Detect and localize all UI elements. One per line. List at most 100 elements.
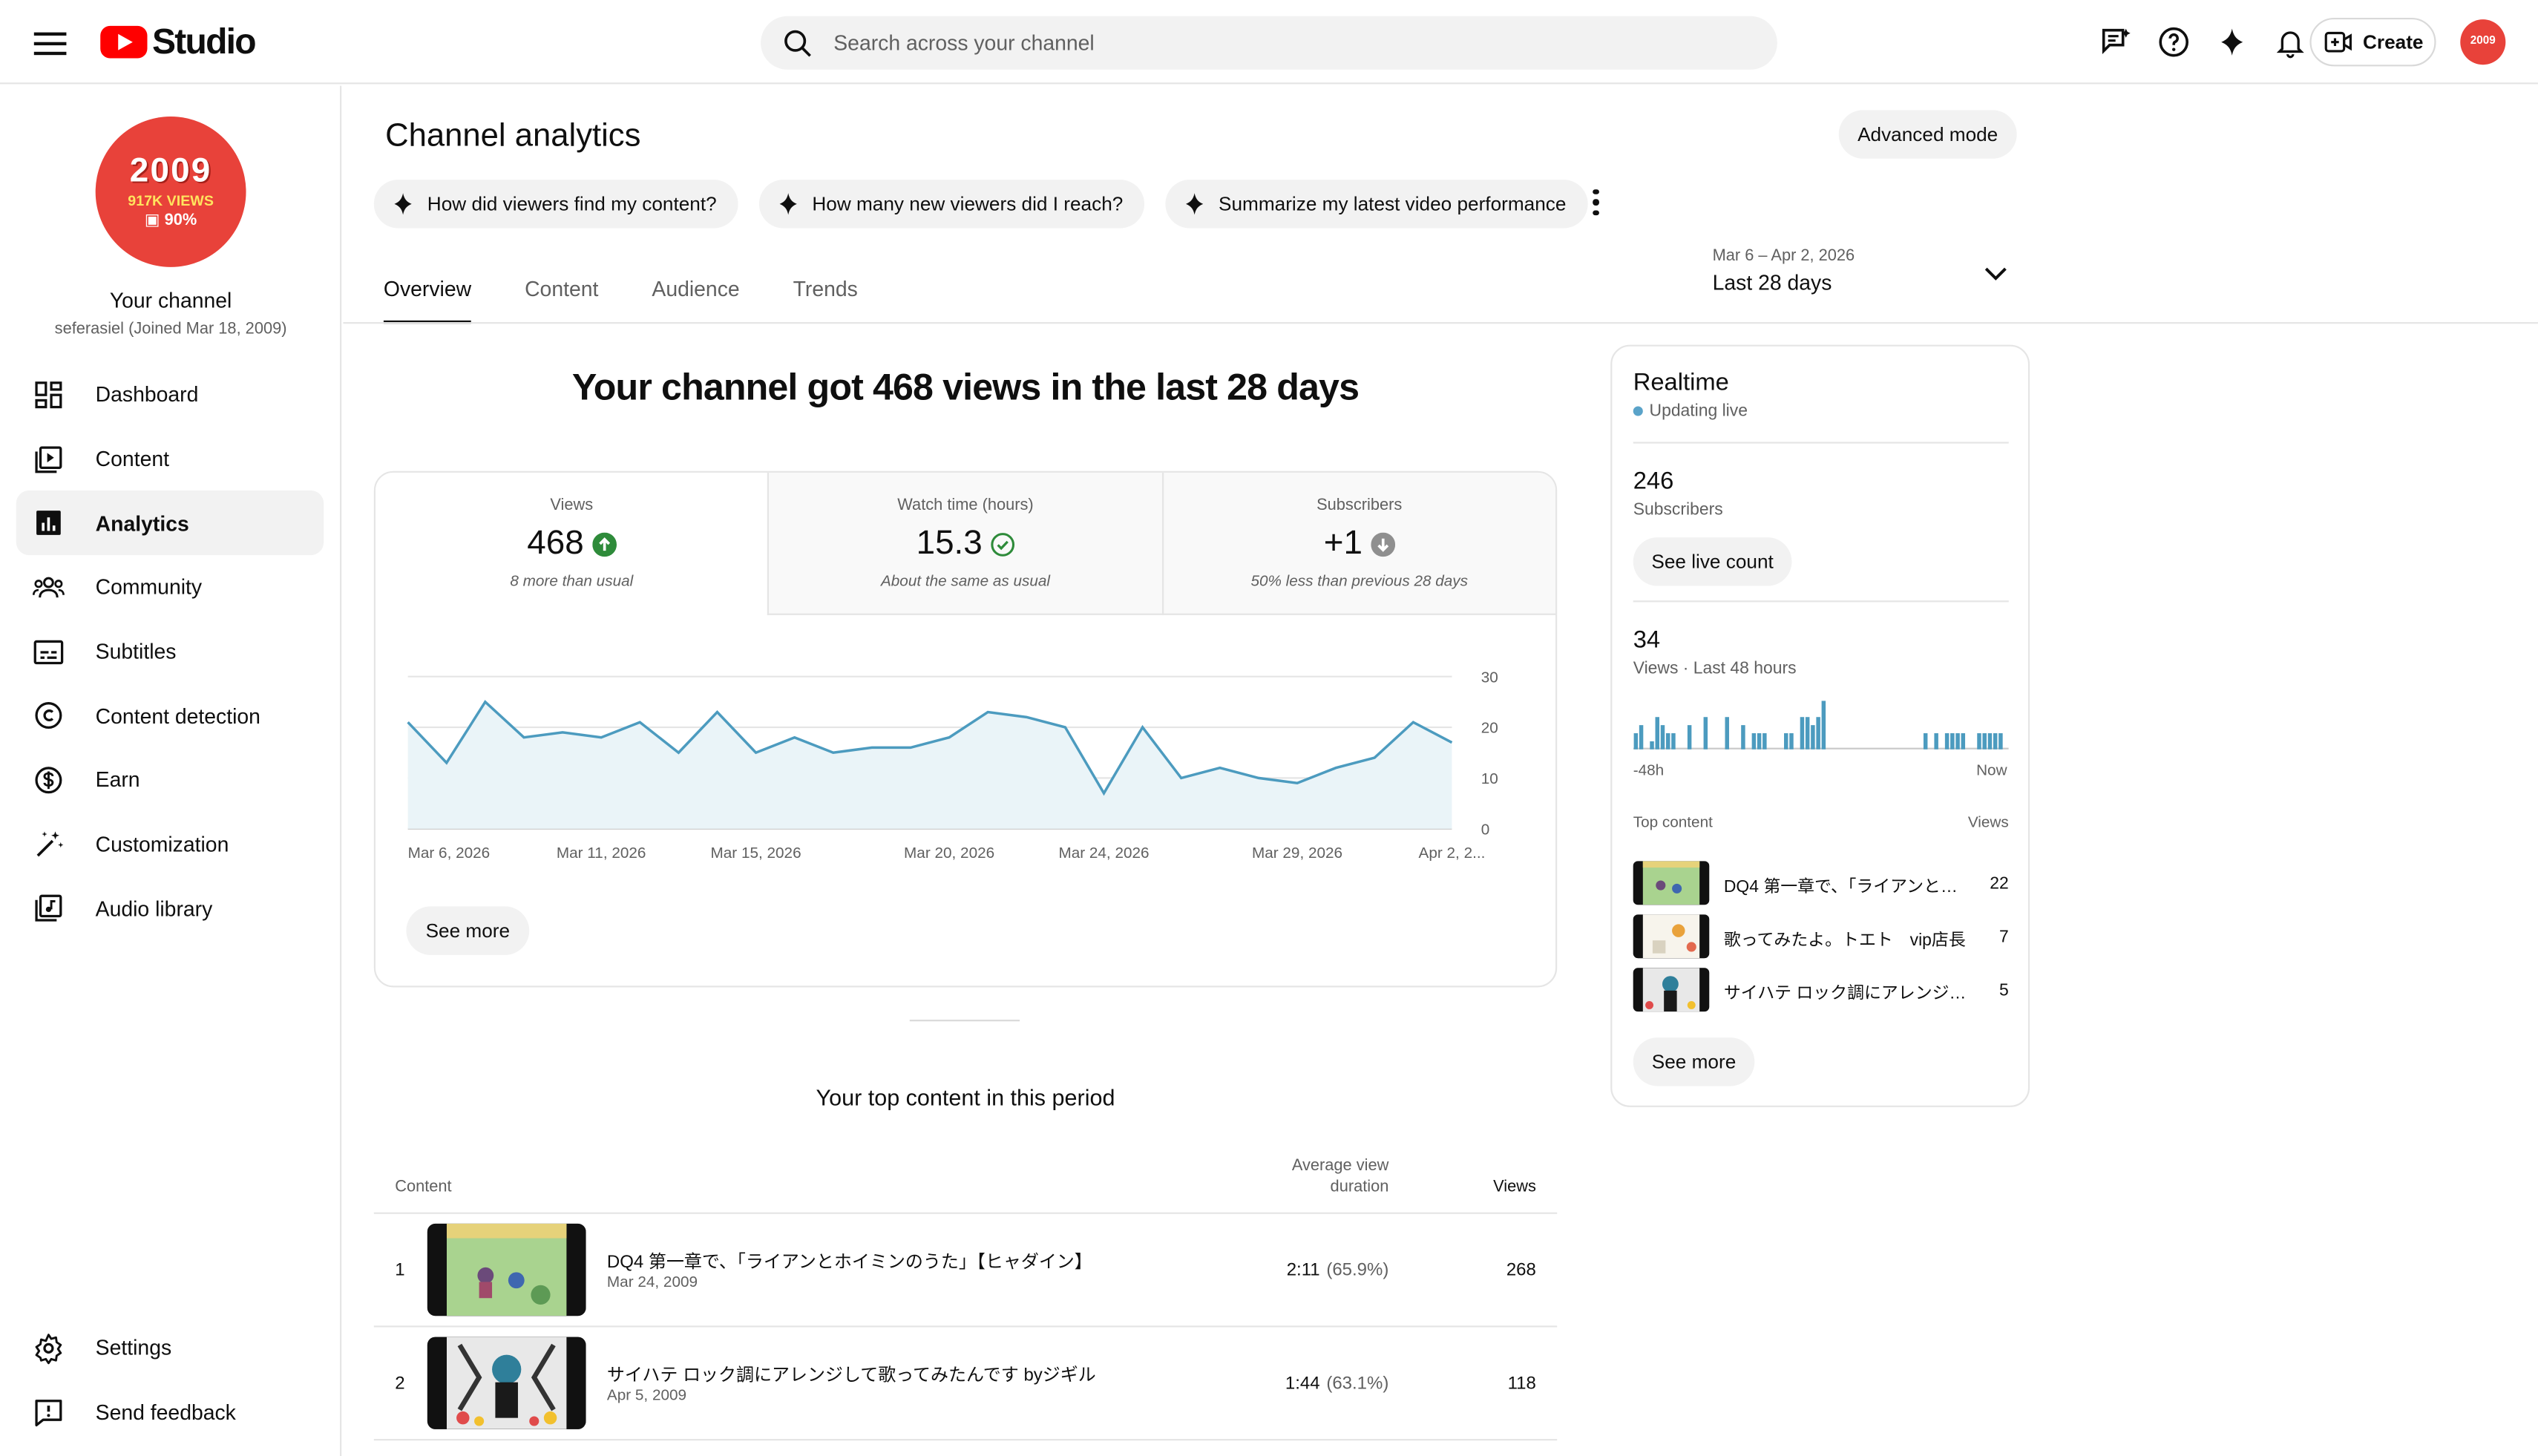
realtime-subs-label: Subscribers — [1633, 499, 1723, 520]
avatar-year: 2009 — [129, 152, 212, 190]
app-root: Studio Create 2009 20 — [0, 0, 2538, 1456]
realtime-top-item[interactable]: DQ4 第一章で、「ライアンとホイミンのうた」【ヒャダイン】 22 — [1633, 861, 2009, 906]
realtime-bar — [1950, 733, 1955, 750]
sparkle-icon — [1185, 193, 1203, 215]
overview-card: Views 468 8 more than usual Watch time (… — [373, 470, 1558, 988]
row-date: Apr 5, 2009 — [606, 1387, 687, 1406]
metric-watch-time[interactable]: Watch time (hours) 15.3 About the same a… — [767, 472, 1162, 615]
realtime-bar — [1934, 733, 1938, 750]
table-row[interactable]: 2 サイハテ ロック調にアレンジして歌ってみたんです byジギル Apr 5, … — [373, 1328, 1558, 1441]
channel-subtitle: seferasiel (Joined Mar 18, 2009) — [54, 320, 287, 338]
create-button[interactable]: Create — [2309, 17, 2436, 67]
metric-subscribers[interactable]: Subscribers +1 50% less than previous 28… — [1161, 472, 1556, 615]
realtime-bar — [1944, 733, 1950, 750]
tab-audience[interactable]: Audience — [652, 259, 739, 324]
studio-logo[interactable]: Studio — [100, 21, 257, 63]
sidebar-item-subtitles[interactable]: Subtitles — [16, 620, 324, 684]
channel-avatar[interactable]: 2009 917K VIEWS ▣ 90% — [95, 117, 246, 267]
header-icons — [2096, 23, 2310, 62]
sidebar-item-dashboard[interactable]: Dashboard — [16, 363, 324, 427]
chip-label: How did viewers find my content? — [427, 192, 717, 216]
chip-summarize-latest[interactable]: Summarize my latest video performance — [1165, 180, 1587, 229]
realtime-see-more-button[interactable]: See more — [1633, 1037, 1755, 1086]
gear-icon — [33, 1332, 65, 1365]
header-avg-duration: Average view duration — [1291, 1157, 1389, 1196]
messages-icon[interactable] — [2096, 23, 2135, 62]
metric-views[interactable]: Views 468 8 more than usual — [376, 472, 768, 615]
see-live-count-button[interactable]: See live count — [1633, 537, 1792, 586]
sidebar-item-earn[interactable]: Earn — [16, 748, 324, 813]
advanced-mode-button[interactable]: Advanced mode — [1838, 110, 2017, 159]
y-tick-label: 0 — [1481, 821, 1490, 838]
chip-how-viewers-find[interactable]: How did viewers find my content? — [373, 180, 738, 229]
realtime-subs-value: 246 — [1633, 468, 1674, 496]
header-views[interactable]: Views — [1493, 1178, 1536, 1196]
realtime-axis-start: -48h — [1633, 762, 1665, 781]
metric-value: 468 — [527, 524, 584, 562]
tab-content[interactable]: Content — [525, 259, 598, 324]
realtime-item-title: DQ4 第一章で、「ライアンとホイミンのうた」【ヒャダイン】 — [1723, 877, 1967, 897]
table-row[interactable]: 1 DQ4 第一章で、「ライアンとホイミンのうた」【ヒャダイン】 Mar 24,… — [373, 1214, 1558, 1328]
top-bar: Studio Create 2009 — [0, 0, 2538, 85]
realtime-top-item[interactable]: 歌ってみたよ。トエト vip店長 7 — [1633, 914, 2009, 960]
row-avg-time: 1:44 — [1285, 1374, 1320, 1394]
search-bar[interactable] — [761, 16, 1777, 70]
sidebar-item-community[interactable]: Community — [16, 555, 324, 620]
realtime-bar — [1977, 733, 1981, 750]
metric-tabs: Views 468 8 more than usual Watch time (… — [376, 472, 1556, 615]
chip-new-viewers[interactable]: How many new viewers did I reach? — [758, 180, 1144, 229]
views-column-label: Views — [1967, 814, 2009, 833]
channel-name[interactable]: Your channel — [0, 288, 341, 312]
realtime-bar — [1789, 733, 1794, 750]
chip-label: Summarize my latest video performance — [1219, 192, 1567, 216]
sidebar-item-send-feedback[interactable]: Send feedback — [16, 1380, 324, 1445]
realtime-bar — [1923, 733, 1928, 750]
realtime-bar — [1800, 717, 1805, 750]
search-icon — [784, 29, 811, 56]
avatar-percent-value: 90% — [164, 211, 197, 230]
see-more-button[interactable]: See more — [406, 906, 530, 955]
metric-note: 8 more than usual — [510, 573, 634, 591]
sidebar-item-label: Analytics — [95, 511, 189, 536]
account-avatar[interactable]: 2009 — [2460, 19, 2506, 65]
realtime-bar — [1987, 733, 1993, 750]
more-options-icon[interactable] — [1584, 186, 1607, 219]
search-input[interactable] — [833, 30, 1740, 56]
video-plus-icon — [2324, 31, 2352, 53]
sidebar-item-customization[interactable]: Customization — [16, 813, 324, 877]
y-tick-label: 10 — [1481, 770, 1498, 787]
realtime-bar — [1671, 733, 1676, 750]
sparkle-icon — [779, 193, 797, 215]
sidebar-item-label: Send feedback — [95, 1400, 236, 1425]
date-range-selector[interactable]: Mar 6 – Apr 2, 2026 Last 28 days — [1713, 248, 2017, 303]
help-icon[interactable] — [2154, 23, 2193, 62]
sidebar-item-content[interactable]: Content — [16, 427, 324, 491]
top-content-table: Content Average view duration Views 1 DQ… — [373, 1150, 1558, 1441]
avatar-percent: ▣ 90% — [144, 211, 197, 230]
menu-icon[interactable] — [30, 26, 69, 59]
sidebar-item-label: Earn — [95, 767, 140, 793]
sidebar-item-analytics[interactable]: Analytics — [16, 491, 324, 556]
tab-trends[interactable]: Trends — [793, 259, 858, 324]
tabs-divider — [343, 322, 2538, 324]
realtime-card: Realtime Updating live 246 Subscribers S… — [1610, 344, 2030, 1107]
tab-overview[interactable]: Overview — [383, 259, 472, 324]
sparkle-icon[interactable] — [2213, 23, 2252, 62]
sidebar-item-content-detection[interactable]: Content detection — [16, 683, 324, 748]
realtime-title: Realtime — [1633, 369, 1729, 397]
analytics-icon — [33, 507, 65, 540]
logo-wordmark: Studio — [152, 21, 257, 62]
realtime-bar — [1655, 717, 1660, 750]
realtime-top-item[interactable]: サイハテ ロック調にアレンジして歌ってみたんです 5 — [1633, 968, 2009, 1013]
row-index: 1 — [395, 1261, 405, 1281]
notifications-bell-icon[interactable] — [2271, 23, 2309, 62]
check-circle-icon — [991, 532, 1014, 556]
suggestion-chips: How did viewers find my content? How man… — [373, 180, 1587, 229]
metric-value-row: +1 — [1163, 525, 1555, 563]
sidebar-item-audio-library[interactable]: Audio library — [16, 876, 324, 941]
create-label: Create — [2362, 30, 2424, 53]
sidebar-item-settings[interactable]: Settings — [16, 1316, 324, 1380]
views-chart: 0 10 20 30 Mar 6, 2026 Mar 11, 2026 Mar 15, 20… — [376, 615, 1555, 891]
sidebar-bottom-nav: Settings Send feedback — [16, 1316, 324, 1444]
sidebar-item-label: Customization — [95, 832, 229, 857]
